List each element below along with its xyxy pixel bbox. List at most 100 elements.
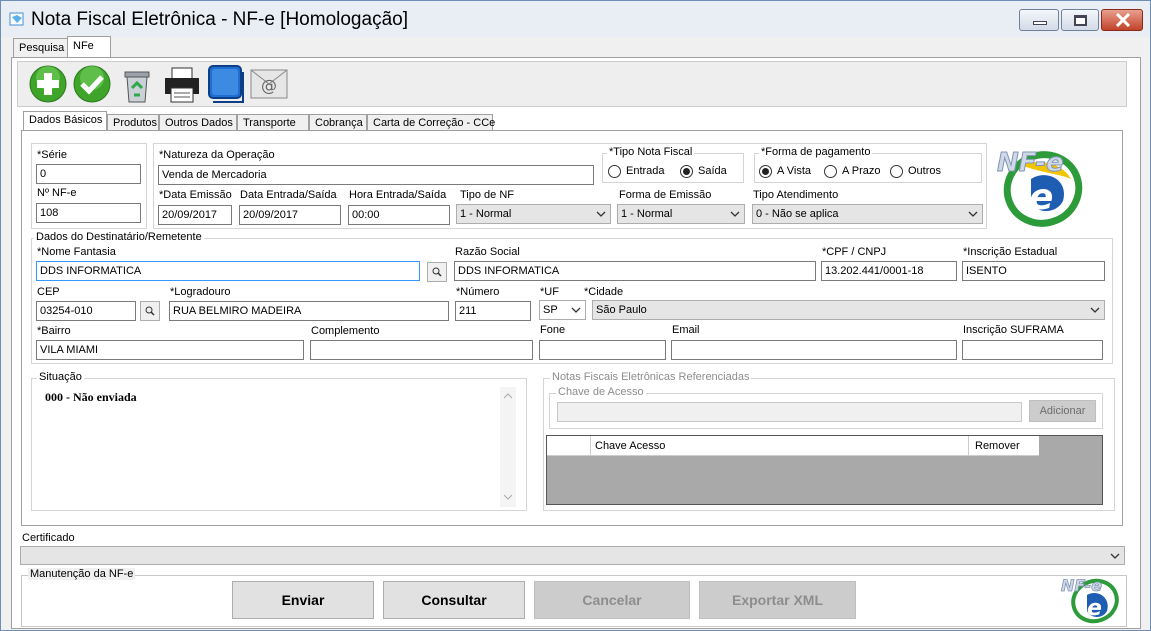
enviar-button[interactable]: Enviar [232, 581, 374, 619]
complemento-field[interactable] [310, 340, 533, 360]
fone-label: Fone [540, 324, 566, 336]
tipo-atendimento-select[interactable]: 0 - Não se aplica [752, 204, 983, 224]
nfe-logo: e NF-e [997, 148, 1083, 227]
tipo-nf-label: Tipo de NF [460, 189, 515, 201]
tab-carta-correcao[interactable]: Carta de Correção - CCe [367, 114, 495, 131]
tab-pesquisa[interactable]: Pesquisa [13, 38, 71, 58]
suframa-label: Inscrição SUFRAMA [963, 324, 1064, 336]
radio-a-prazo[interactable] [824, 165, 837, 178]
close-button[interactable] [1101, 9, 1143, 31]
svg-text:e: e [1087, 596, 1102, 621]
natureza-label: *Natureza da Operação [159, 149, 275, 161]
uf-label: *UF [540, 286, 559, 298]
fone-field[interactable] [539, 340, 666, 360]
referenciadas-label: Notas Fiscais Eletrônicas Referenciadas [550, 371, 752, 383]
nf-numero-field[interactable]: 108 [36, 203, 141, 223]
situacao-scrollbar[interactable] [500, 387, 516, 507]
cep-field[interactable]: 03254-010 [36, 301, 136, 321]
email-icon[interactable]: @ [248, 64, 290, 104]
chevron-down-icon [730, 211, 740, 217]
chevron-down-icon [1090, 307, 1100, 313]
nf-numero-label: Nº NF-e [37, 187, 77, 199]
tipo-atendimento-label: Tipo Atendimento [753, 189, 839, 201]
email-field[interactable] [671, 340, 957, 360]
tab-transporte[interactable]: Transporte [237, 114, 309, 131]
radio-a-vista-label: A Vista [777, 165, 812, 177]
add-icon[interactable] [27, 64, 69, 104]
minimize-button[interactable] [1019, 9, 1059, 31]
data-emissao-field[interactable]: 20/09/2017 [158, 205, 232, 225]
column-header-remover[interactable]: Remover [969, 436, 1039, 456]
situacao-text: 000 - Não enviada [45, 390, 137, 404]
suframa-field[interactable] [962, 340, 1103, 360]
logradouro-field[interactable]: RUA BELMIRO MADEIRA [169, 301, 449, 321]
razao-social-field[interactable]: DDS INFORMATICA [454, 261, 816, 281]
radio-entrada-label: Entrada [626, 165, 665, 177]
nome-fantasia-lookup-button[interactable] [427, 262, 447, 282]
search-icon [432, 267, 442, 277]
numero-field[interactable]: 211 [455, 301, 531, 321]
cidade-select[interactable]: São Paulo [592, 300, 1105, 320]
forma-pagamento-label: *Forma de pagamento [759, 146, 873, 158]
inscricao-estadual-field[interactable]: ISENTO [962, 261, 1105, 281]
exportar-xml-button[interactable]: Exportar XML [699, 581, 856, 619]
cpf-cnpj-label: *CPF / CNPJ [822, 246, 887, 258]
cancelar-button[interactable]: Cancelar [534, 581, 690, 619]
tab-dados-basicos[interactable]: Dados Básicos [23, 111, 107, 131]
chevron-down-icon [596, 211, 606, 217]
adicionar-button[interactable]: Adicionar [1029, 400, 1096, 422]
radio-outros[interactable] [890, 165, 903, 178]
close-icon [1115, 13, 1131, 27]
cidade-label: *Cidade [584, 286, 624, 298]
column-header-chave-acesso[interactable]: Chave Acesso [591, 436, 969, 456]
tab-outros-dados[interactable]: Outros Dados [159, 114, 237, 131]
svg-text:@: @ [261, 76, 277, 95]
tipo-atendimento-value: 0 - Não se aplica [756, 208, 839, 220]
minimize-icon [1033, 21, 1047, 25]
certificado-select[interactable] [20, 546, 1125, 565]
chave-acesso-field[interactable] [557, 402, 1022, 422]
tipo-nf-select[interactable]: 1 - Normal [456, 204, 611, 224]
consultar-button[interactable]: Consultar [383, 581, 525, 619]
printer-icon[interactable] [161, 64, 203, 104]
recycle-bin-icon[interactable] [116, 64, 158, 104]
inscricao-estadual-label: *Inscrição Estadual [963, 246, 1058, 258]
cidade-value: São Paulo [596, 304, 647, 316]
radio-saida-label: Saída [698, 165, 727, 177]
destinatario-group-label: Dados do Destinatário/Remetente [34, 231, 204, 243]
email-label: Email [672, 324, 700, 336]
tab-nfe[interactable]: NFe [67, 36, 111, 58]
cep-label: CEP [37, 286, 60, 298]
chevron-down-icon [968, 211, 978, 217]
logradouro-label: *Logradouro [170, 286, 231, 298]
bairro-field[interactable]: VILA MIAMI [36, 340, 304, 360]
serie-field[interactable]: 0 [36, 164, 141, 184]
window-icon[interactable] [205, 64, 247, 104]
bairro-label: *Bairro [37, 325, 71, 337]
data-emissao-label: *Data Emissão [159, 189, 232, 201]
nfe-logo-text: NF-e [997, 148, 1064, 178]
grid-row-header [547, 436, 591, 456]
maximize-button[interactable] [1061, 9, 1099, 31]
tab-cobranca[interactable]: Cobrança [309, 114, 367, 131]
cep-lookup-button[interactable] [140, 301, 160, 321]
forma-emissao-select[interactable]: 1 - Normal [617, 204, 745, 224]
situacao-label: Situação [37, 371, 84, 383]
tipo-nota-label: *Tipo Nota Fiscal [607, 146, 695, 158]
hora-entrada-field[interactable]: 00:00 [348, 205, 450, 225]
search-icon [145, 306, 155, 316]
uf-value: SP [543, 304, 558, 316]
radio-a-vista[interactable] [759, 165, 772, 178]
radio-entrada[interactable] [608, 165, 621, 178]
cpf-cnpj-field[interactable]: 13.202.441/0001-18 [821, 261, 957, 281]
nome-fantasia-field[interactable]: DDS INFORMATICA [36, 261, 420, 281]
title-bar: Nota Fiscal Eletrônica - NF-e [Homologaç… [1, 1, 1150, 37]
radio-saida[interactable] [680, 165, 693, 178]
data-entrada-field[interactable]: 20/09/2017 [239, 205, 341, 225]
tab-produtos[interactable]: Produtos [107, 114, 159, 131]
uf-select[interactable]: SP [539, 300, 586, 320]
confirm-icon[interactable] [71, 64, 113, 104]
nfe-small-logo-text: NF-e [1061, 576, 1102, 595]
natureza-field[interactable]: Venda de Mercadoria [158, 165, 594, 185]
app-icon [9, 12, 24, 26]
